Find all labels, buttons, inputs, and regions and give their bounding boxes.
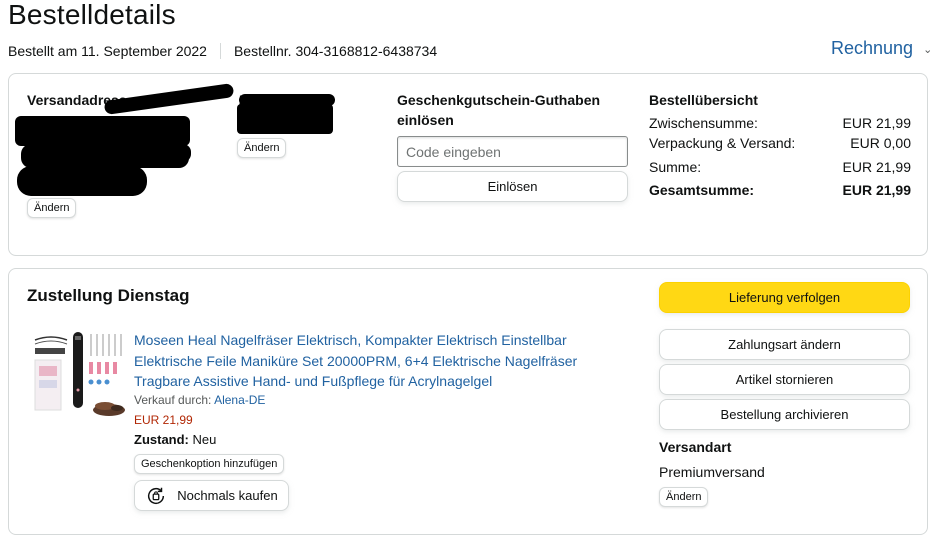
shipping-cost-label: Verpackung & Versand:: [649, 135, 796, 151]
seller-line: Verkauf durch: Alena-DE: [134, 393, 265, 407]
delivery-card: Zustellung Dienstag Moseen Heal Nagelfrä…: [8, 268, 928, 535]
order-date: Bestellt am 11. September 2022: [8, 43, 207, 59]
gift-code-input[interactable]: Code eingeben: [397, 136, 628, 167]
grand-total-value: EUR 21,99: [842, 182, 911, 198]
chevron-down-icon: ⌄: [923, 44, 932, 56]
invoice-dropdown[interactable]: Rechnung ⌄: [831, 38, 932, 59]
condition-line: Zustand: Neu: [134, 432, 216, 447]
buy-again-button[interactable]: Nochmals kaufen: [134, 480, 289, 511]
shipping-cost-value: EUR 0,00: [850, 135, 911, 151]
change-address-button[interactable]: Ändern: [27, 198, 77, 218]
order-number: Bestellnr. 304-3168812-6438734: [233, 43, 438, 59]
cancel-items-button[interactable]: Artikel stornieren: [659, 364, 910, 395]
order-summary-card: Versandadresse Zahlungsart Ändern Ändern…: [8, 73, 928, 256]
product-image[interactable]: [31, 330, 131, 420]
order-overview-heading: Bestellübersicht: [649, 92, 758, 108]
archive-order-button[interactable]: Bestellung archivieren: [659, 399, 910, 430]
subtotal-label: Zwischensumme:: [649, 115, 758, 131]
sum-value: EUR 21,99: [842, 159, 911, 175]
change-payment-button[interactable]: Ändern: [237, 138, 287, 158]
track-package-button[interactable]: Lieferung verfolgen: [659, 282, 910, 313]
sold-by-label: Verkauf durch:: [134, 393, 212, 407]
shipping-cost-row: Verpackung & Versand: EUR 0,00: [649, 134, 911, 152]
buy-again-label: Nochmals kaufen: [177, 488, 278, 503]
invoice-label: Rechnung: [831, 38, 914, 58]
subtotal-row: Zwischensumme: EUR 21,99: [649, 114, 911, 132]
grand-total-label: Gesamtsumme:: [649, 182, 755, 198]
condition-label: Zustand:: [134, 432, 189, 447]
change-shipping-button[interactable]: Ändern: [659, 487, 709, 507]
shipping-method-heading: Versandart: [659, 439, 732, 455]
order-meta: Bestellt am 11. September 2022 Bestellnr…: [8, 43, 437, 59]
add-gift-option-button[interactable]: Geschenkoption hinzufügen: [134, 454, 285, 474]
buy-again-icon: [148, 487, 165, 504]
page-title: Bestelldetails: [8, 0, 176, 30]
sum-row: Summe: EUR 21,99: [649, 158, 911, 176]
seller-link[interactable]: Alena-DE: [214, 393, 265, 407]
condition-value: Neu: [192, 432, 217, 447]
subtotal-value: EUR 21,99: [842, 115, 911, 131]
meta-divider: [219, 43, 221, 59]
redeem-button[interactable]: Einlösen: [397, 171, 628, 202]
product-price: EUR 21,99: [134, 413, 193, 427]
product-title-link[interactable]: Moseen Heal Nagelfräser Elektrisch, Komp…: [134, 330, 614, 392]
grand-total-row: Gesamtsumme: EUR 21,99: [649, 181, 911, 199]
gift-card-heading: Geschenkgutschein-Guthaben einlösen: [397, 92, 601, 128]
sum-label: Summe:: [649, 159, 702, 175]
change-payment-method-button[interactable]: Zahlungsart ändern: [659, 329, 910, 360]
delivery-title: Zustellung Dienstag: [27, 286, 190, 305]
shipping-method-value: Premiumversand: [659, 464, 765, 480]
